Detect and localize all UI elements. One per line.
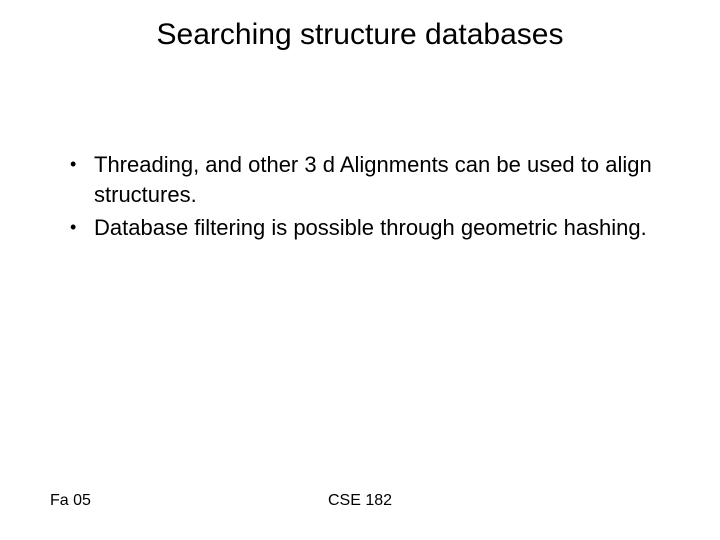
bullet-text: Threading, and other 3 d Alignments can … bbox=[94, 150, 680, 209]
slide-title: Searching structure databases bbox=[0, 18, 720, 52]
bullet-text: Database filtering is possible through g… bbox=[94, 213, 680, 243]
list-item: • Database filtering is possible through… bbox=[70, 213, 680, 243]
footer-left: Fa 05 bbox=[50, 492, 91, 510]
bullet-icon: • bbox=[70, 213, 94, 242]
list-item: • Threading, and other 3 d Alignments ca… bbox=[70, 150, 680, 209]
footer-center: CSE 182 bbox=[0, 492, 720, 510]
slide-body: • Threading, and other 3 d Alignments ca… bbox=[70, 150, 680, 247]
slide: Searching structure databases • Threadin… bbox=[0, 0, 720, 540]
bullet-icon: • bbox=[70, 150, 94, 179]
